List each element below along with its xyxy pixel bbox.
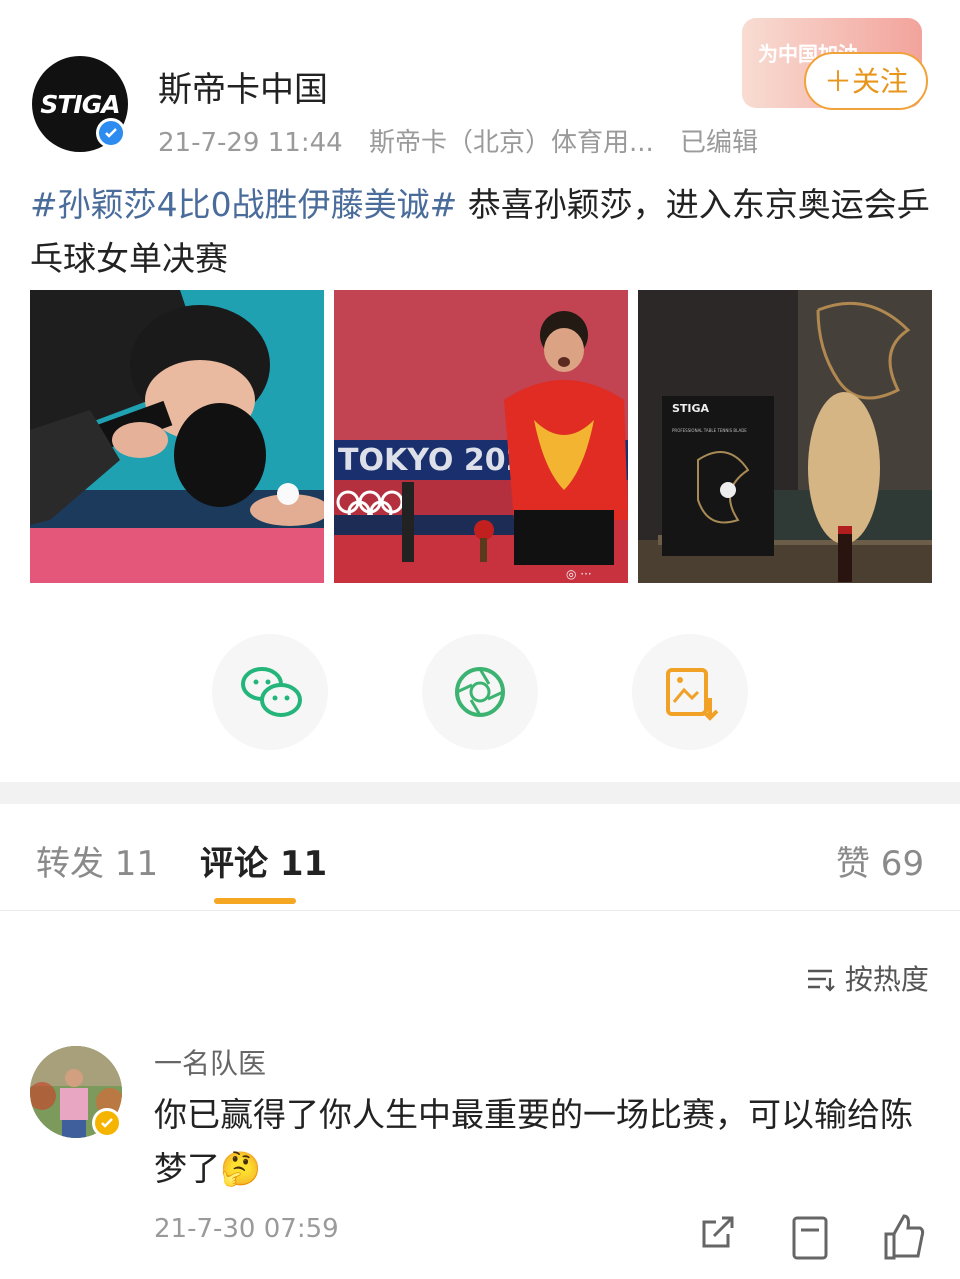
verified-badge-icon [92,1108,122,1138]
tabs-divider [0,910,960,911]
post-image-2[interactable]: TOKYO 2020 ◎ ··· [334,290,628,583]
sort-by-hot-button[interactable]: 按热度 [806,958,929,998]
share-moments-button[interactable] [422,634,538,750]
comment-icon [792,1216,828,1260]
comment-repost-button[interactable] [698,1212,738,1256]
hashtag-link[interactable]: #孙颖莎4比0战胜伊藤美诚# [30,185,457,224]
post-meta: 21-7-29 11:44 斯帝卡（北京）体育用... 已编辑 [158,122,776,159]
post-image-3[interactable]: STIGA PROFESSIONAL TABLE TENNIS BLADE [638,290,932,583]
commenter-name[interactable]: 一名队医 [154,1042,266,1082]
follow-button[interactable]: ＋关注 [804,52,928,110]
weibo-post: STIGA 斯帝卡中国 21-7-29 11:44 斯帝卡（北京）体育用... … [0,0,960,782]
post-image-1[interactable] [30,290,324,583]
tab-repost[interactable]: 转发 11 [36,836,158,885]
comment-reply-button[interactable] [790,1212,830,1264]
like-icon [884,1214,925,1260]
save-image-button[interactable] [632,634,748,750]
stiga-logo: STIGA [40,90,120,119]
tab-comments[interactable]: 评论 11 [200,836,327,885]
moments-icon [455,667,505,717]
active-tab-indicator [214,898,296,904]
box-brand-text: STIGA [672,402,710,415]
repost-icon [702,1216,734,1248]
tab-likes[interactable]: 赞 69 [836,836,924,885]
comment-timestamp: 21-7-30 07:59 [154,1214,339,1244]
svg-text:◎ ···: ◎ ··· [566,567,592,581]
sort-icon [808,969,835,992]
box-label-text: PROFESSIONAL TABLE TENNIS BLADE [672,428,747,433]
share-wechat-button[interactable] [212,634,328,750]
author-name[interactable]: 斯帝卡中国 [158,62,328,111]
sort-label: 按热度 [844,963,929,996]
comment-like-button[interactable] [882,1212,926,1264]
post-source[interactable]: 斯帝卡（北京）体育用... [369,128,654,158]
comment-text: 你已赢得了你人生中最重要的一场比赛，可以输给陈梦了🤔 [154,1088,944,1196]
edited-label[interactable]: 已编辑 [680,128,758,158]
verified-badge-icon [96,118,126,148]
post-timestamp: 21-7-29 11:44 [158,128,343,158]
thinking-emoji: 🤔 [220,1149,262,1188]
comment-body: 你已赢得了你人生中最重要的一场比赛，可以输给陈梦了 [154,1095,913,1188]
section-divider [0,782,960,804]
wechat-icon [241,667,302,717]
post-text: #孙颖莎4比0战胜伊藤美诚# 恭喜孙颖莎，进入东京奥运会乒乓球女单决赛 [30,178,930,286]
save-image-icon [666,668,719,721]
